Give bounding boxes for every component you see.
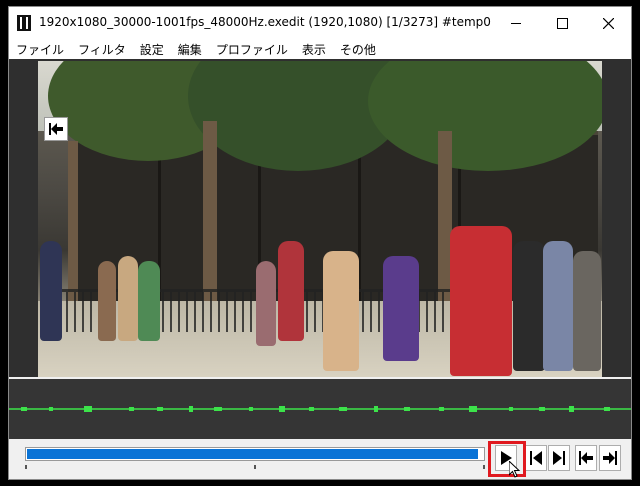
menu-edit[interactable]: 編集 — [171, 41, 209, 58]
next-frame-button[interactable] — [548, 445, 570, 471]
menu-profile[interactable]: プロファイル — [209, 41, 295, 58]
maximize-button[interactable] — [539, 7, 585, 39]
video-frame — [38, 61, 602, 377]
skip-start-icon — [579, 451, 593, 465]
close-icon — [602, 17, 614, 29]
close-button[interactable] — [585, 7, 631, 39]
maximize-icon — [556, 17, 568, 29]
skip-to-start-icon[interactable] — [44, 117, 68, 141]
audio-waveform — [9, 379, 631, 439]
skip-end-icon — [603, 451, 617, 465]
go-start-button[interactable] — [575, 445, 597, 471]
menu-filter[interactable]: フィルタ — [71, 41, 133, 58]
seek-progress — [27, 449, 479, 459]
mouse-cursor-icon — [509, 461, 521, 478]
step-back-icon — [530, 451, 542, 465]
menu-file[interactable]: ファイル — [9, 41, 71, 58]
playback-controls — [9, 439, 631, 479]
prev-frame-button[interactable] — [525, 445, 547, 471]
step-forward-icon — [553, 451, 565, 465]
menu-settings[interactable]: 設定 — [133, 41, 171, 58]
menu-view[interactable]: 表示 — [295, 41, 333, 58]
seek-bar[interactable] — [25, 447, 485, 461]
app-window: 1920x1080_30000-1001fps_48000Hz.exedit (… — [8, 6, 632, 480]
minimize-button[interactable] — [493, 7, 539, 39]
menu-other[interactable]: その他 — [333, 41, 383, 58]
window-title: 1920x1080_30000-1001fps_48000Hz.exedit (… — [39, 15, 491, 29]
film-icon — [17, 15, 31, 31]
menu-bar: ファイル フィルタ 設定 編集 プロファイル 表示 その他 — [9, 39, 631, 59]
title-bar[interactable]: 1920x1080_30000-1001fps_48000Hz.exedit (… — [9, 7, 631, 39]
minimize-icon — [511, 22, 521, 24]
preview-area — [9, 59, 631, 377]
go-end-button[interactable] — [599, 445, 621, 471]
